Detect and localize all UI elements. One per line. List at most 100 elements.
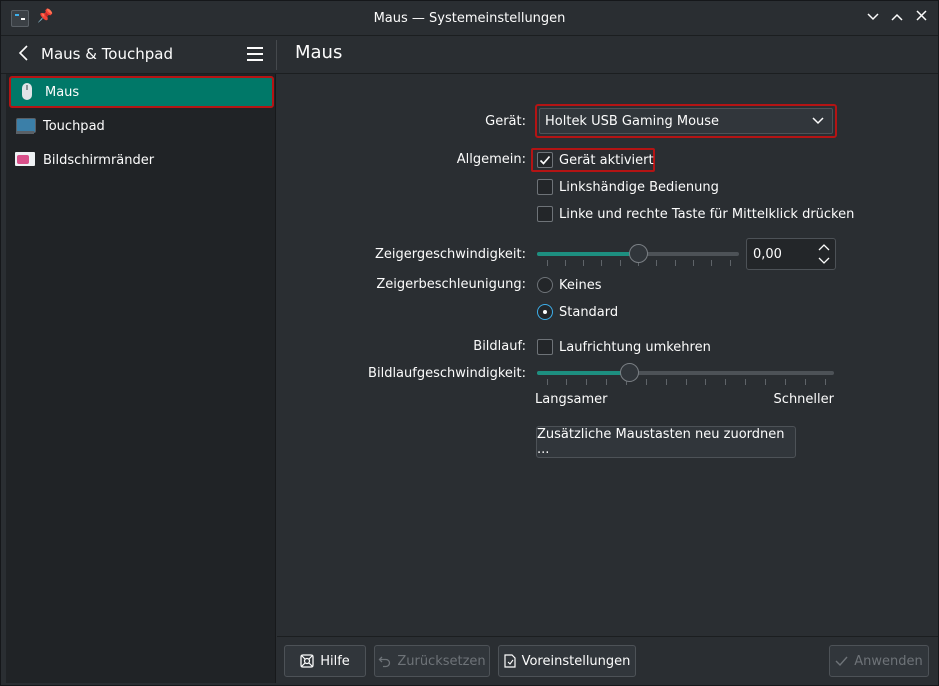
slider-tick xyxy=(675,260,676,266)
slider-tick xyxy=(565,260,566,266)
pointer-speed-label: Zeigergeschwindigkeit: xyxy=(374,247,526,262)
checkbox-checked-icon xyxy=(537,152,553,168)
remap-buttons-button[interactable]: Zusätzliche Maustasten neu zuordnen ... xyxy=(536,426,796,458)
slider-tick xyxy=(583,260,584,266)
slider-ticks xyxy=(537,379,834,385)
hamburger-menu-icon[interactable] xyxy=(247,47,263,61)
scroll-speed-slider[interactable] xyxy=(537,362,834,385)
slider-tick xyxy=(745,379,746,385)
sidebar-item-maus[interactable]: Maus xyxy=(9,76,274,108)
slider-tick xyxy=(606,379,607,385)
checkbox-label: Gerät aktiviert xyxy=(559,152,654,168)
screen-edges-icon xyxy=(15,150,35,170)
help-icon xyxy=(300,654,314,668)
header-divider xyxy=(276,40,277,70)
spin-arrows-icon[interactable] xyxy=(818,243,830,265)
left-handed-checkbox[interactable]: Linkshändige Bedienung xyxy=(537,178,719,196)
device-label: Gerät: xyxy=(485,114,526,129)
slider-tick xyxy=(785,379,786,385)
slider-tick xyxy=(693,260,694,266)
slider-tick xyxy=(547,379,548,385)
slower-label: Langsamer xyxy=(535,392,608,407)
page-title: Maus xyxy=(295,42,343,63)
slider-tick xyxy=(825,379,826,385)
spinbox-value: 0,00 xyxy=(753,246,782,262)
slider-tick xyxy=(646,379,647,385)
checkbox-label: Linke und rechte Taste für Mittelklick d… xyxy=(559,206,855,222)
slider-tick xyxy=(601,260,602,266)
header-bar: Maus & Touchpad Maus xyxy=(1,36,938,74)
radio-label: Keines xyxy=(559,277,602,293)
slider-tick xyxy=(566,379,567,385)
accel-standard-radio[interactable]: Standard xyxy=(537,303,618,321)
reset-label: Zurücksetzen xyxy=(397,653,486,669)
title-bar: 📌 Maus — Systemeinstellungen xyxy=(1,1,938,36)
chevron-down-icon xyxy=(812,114,824,129)
device-enabled-checkbox[interactable]: Gerät aktiviert xyxy=(537,151,654,169)
checkbox-icon xyxy=(537,339,553,355)
slider-fill xyxy=(537,371,630,375)
slider-fill xyxy=(537,252,639,256)
close-icon[interactable] xyxy=(912,9,930,27)
radio-label: Standard xyxy=(559,304,619,320)
invert-scroll-checkbox[interactable]: Laufrichtung umkehren xyxy=(537,338,711,356)
defaults-label: Voreinstellungen xyxy=(521,653,631,669)
sidebar-item-label: Touchpad xyxy=(43,118,105,134)
apply-button[interactable]: Anwenden xyxy=(829,645,929,677)
maximize-icon[interactable] xyxy=(888,9,906,27)
general-label: Allgemein: xyxy=(456,152,526,167)
back-icon[interactable] xyxy=(17,44,31,62)
mouse-icon xyxy=(17,82,37,102)
checkbox-icon xyxy=(537,206,553,222)
defaults-button[interactable]: Voreinstellungen xyxy=(498,645,636,677)
slider-tick xyxy=(686,379,687,385)
checkbox-icon xyxy=(537,179,553,195)
slider-tick xyxy=(765,379,766,385)
device-value: Holtek USB Gaming Mouse xyxy=(545,113,720,129)
scroll-speed-label: Bildlaufgeschwindigkeit: xyxy=(368,366,526,381)
slider-handle[interactable] xyxy=(629,244,648,263)
slider-tick xyxy=(725,379,726,385)
slider-tick xyxy=(547,260,548,266)
undo-icon xyxy=(378,656,391,667)
sidebar-item-touchpad[interactable]: Touchpad xyxy=(9,110,274,142)
slider-tick xyxy=(730,260,731,266)
slider-tick xyxy=(656,260,657,266)
slider-tick xyxy=(666,379,667,385)
slider-tick xyxy=(620,260,621,266)
radio-icon xyxy=(537,277,553,293)
check-icon xyxy=(835,656,848,667)
document-icon xyxy=(503,654,516,668)
slider-tick xyxy=(711,260,712,266)
pointer-speed-slider[interactable] xyxy=(537,243,739,266)
touchpad-icon xyxy=(15,116,36,136)
pointer-speed-spinbox[interactable]: 0,00 xyxy=(746,238,836,270)
checkbox-label: Laufrichtung umkehren xyxy=(559,339,711,355)
faster-label: Schneller xyxy=(773,392,834,407)
scroll-label: Bildlauf: xyxy=(473,339,526,354)
sidebar: Maus Touchpad Bildschirmränder xyxy=(6,74,276,683)
sidebar-item-label: Bildschirmränder xyxy=(43,152,155,168)
slider-tick xyxy=(805,379,806,385)
window-title: Maus — Systemeinstellungen xyxy=(373,11,566,26)
help-label: Hilfe xyxy=(320,653,350,669)
reset-button[interactable]: Zurücksetzen xyxy=(374,645,490,677)
main-panel: Gerät: Holtek USB Gaming Mouse Allgemein… xyxy=(277,74,938,636)
slider-handle[interactable] xyxy=(620,363,639,382)
device-combobox[interactable]: Holtek USB Gaming Mouse xyxy=(535,104,837,138)
apply-label: Anwenden xyxy=(854,653,923,669)
settings-window: 📌 Maus — Systemeinstellungen Maus & Touc… xyxy=(0,0,939,686)
sidebar-item-bildschirmraender[interactable]: Bildschirmränder xyxy=(9,144,274,176)
middle-click-checkbox[interactable]: Linke und rechte Taste für Mittelklick d… xyxy=(537,205,854,223)
sidebar-item-label: Maus xyxy=(45,84,80,100)
acceleration-label: Zeigerbeschleunigung: xyxy=(376,277,526,292)
radio-selected-icon xyxy=(537,304,553,320)
minimize-icon[interactable] xyxy=(864,9,882,27)
module-title: Maus & Touchpad xyxy=(41,45,173,63)
help-button[interactable]: Hilfe xyxy=(284,645,366,677)
accel-none-radio[interactable]: Keines xyxy=(537,276,602,294)
slider-tick xyxy=(586,379,587,385)
checkbox-label: Linkshändige Bedienung xyxy=(559,179,719,195)
slider-tick xyxy=(705,379,706,385)
footer-bar: Hilfe Zurücksetzen Voreinstellungen Anwe… xyxy=(277,636,938,684)
